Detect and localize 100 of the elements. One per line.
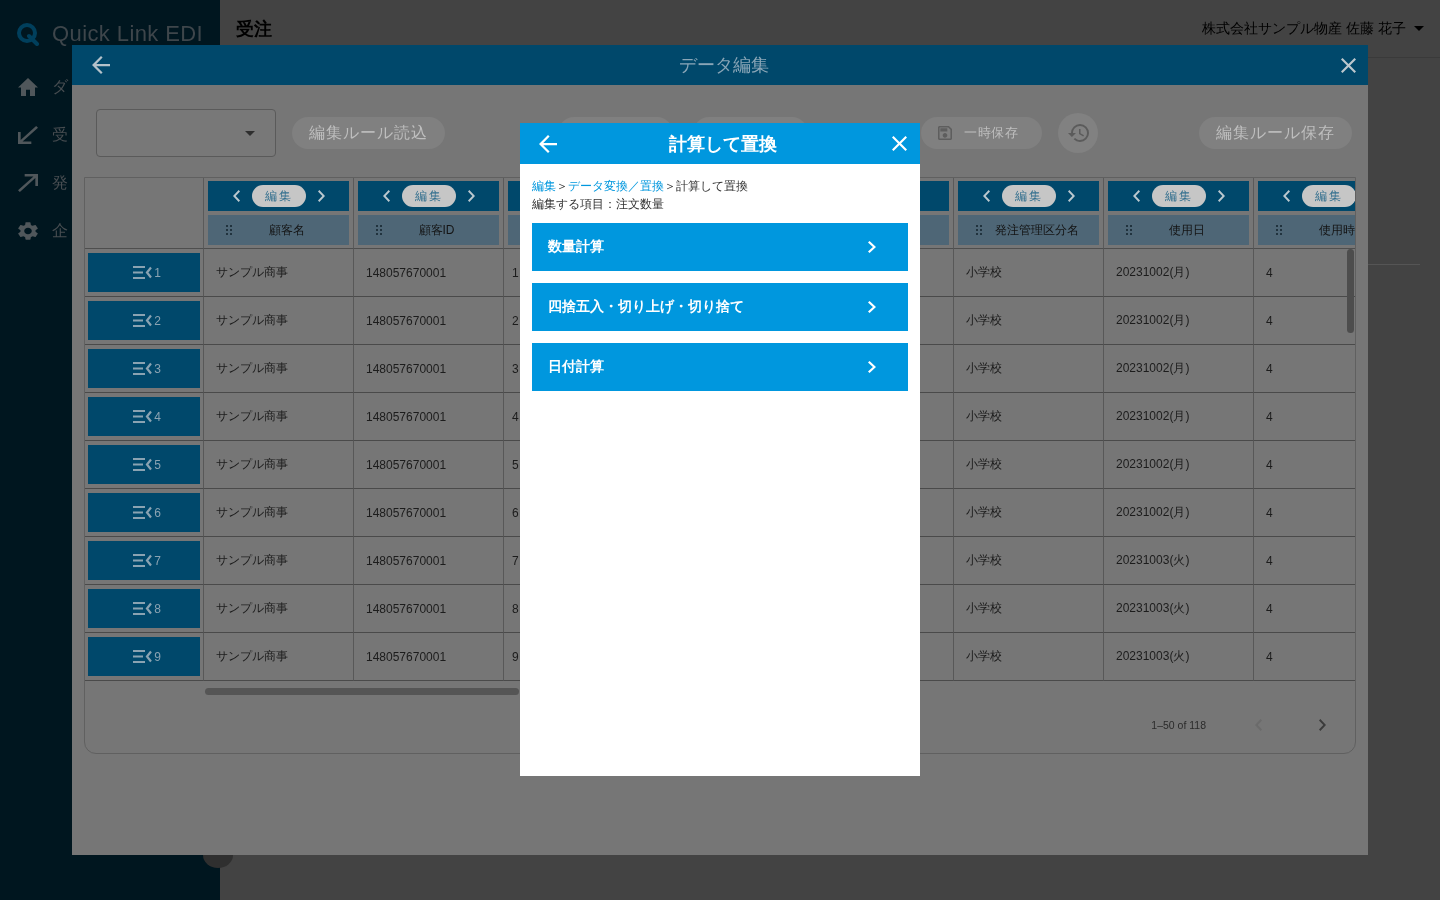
table-cell: 148057670001	[354, 633, 504, 681]
breadcrumb-link[interactable]: 編集	[532, 179, 556, 193]
table-cell: 小学校	[954, 489, 1104, 537]
chevron-right-icon	[868, 301, 876, 313]
previous-column-button[interactable]	[230, 190, 242, 202]
next-column-button[interactable]	[315, 190, 327, 202]
nav-item[interactable]: 企	[0, 207, 70, 255]
table-cell: 148057670001	[354, 537, 504, 585]
table-cell: 148057670001	[354, 393, 504, 441]
table-cell: サンプル商事	[204, 393, 354, 441]
nav-item[interactable]: ダ	[0, 63, 70, 111]
table-cell: 小学校	[954, 537, 1104, 585]
row-menu-button[interactable]: 8	[88, 589, 200, 628]
lines-chevron-icon	[133, 602, 153, 615]
breadcrumb-link[interactable]: データ変換／置換	[568, 179, 664, 193]
chevron-right-icon	[1067, 190, 1075, 202]
previous-column-button[interactable]	[380, 190, 392, 202]
edit-button[interactable]: 編集	[1151, 185, 1206, 207]
breadcrumb-current: 計算して置換	[676, 179, 748, 193]
edit-button[interactable]: 編集	[251, 185, 306, 207]
table-cell: 148057670001	[354, 297, 504, 345]
table-cell: 148057670001	[354, 489, 504, 537]
table-cell: 148057670001	[354, 441, 504, 489]
table-cell: サンプル商事	[204, 441, 354, 489]
lines-chevron-icon	[133, 314, 153, 327]
chevron-right-icon	[467, 190, 475, 202]
table-cell: 4	[1254, 585, 1355, 633]
table-cell: サンプル商事	[204, 537, 354, 585]
drag-handle-icon	[1276, 225, 1282, 235]
table-cell: サンプル商事	[204, 633, 354, 681]
close-button[interactable]	[1339, 55, 1358, 75]
next-column-button[interactable]	[1065, 190, 1077, 202]
row-menu-button[interactable]: 1	[88, 253, 200, 292]
caret-icon	[1414, 26, 1424, 31]
chevron-right-icon	[1217, 190, 1225, 202]
table-cell: サンプル商事	[204, 345, 354, 393]
chevron-right-icon	[317, 190, 325, 202]
caret-icon	[245, 130, 255, 136]
chevron-right-icon	[868, 361, 876, 373]
horizontal-scrollbar[interactable]	[205, 688, 519, 695]
table-cell: 小学校	[954, 297, 1104, 345]
back-button[interactable]	[537, 132, 559, 155]
chevron-right-icon	[868, 241, 876, 253]
arrow-up-right-icon	[18, 174, 38, 192]
previous-column-button[interactable]	[1280, 190, 1292, 202]
column-title: 使用日	[1167, 221, 1206, 239]
app-logo-text: Quick Link EDI	[52, 22, 204, 46]
previous-column-button[interactable]	[980, 190, 992, 202]
select-field[interactable]	[96, 109, 276, 157]
next-column-button[interactable]	[465, 190, 477, 202]
row-menu-button[interactable]: 4	[88, 397, 200, 436]
table-cell: 20231002(月)	[1104, 249, 1254, 297]
row-menu-button[interactable]: 9	[88, 637, 200, 676]
row-menu-button[interactable]: 2	[88, 301, 200, 340]
table-cell: 20231002(月)	[1104, 393, 1254, 441]
edit-button[interactable]: 編集	[1301, 185, 1355, 207]
dialog-title: 計算して置換	[669, 132, 777, 156]
menu-option-button[interactable]: 日付計算	[532, 343, 908, 391]
next-column-button[interactable]	[1215, 190, 1227, 202]
chevron-left-icon	[1282, 190, 1290, 202]
row-menu-button[interactable]: 3	[88, 349, 200, 388]
row-menu-button[interactable]: 7	[88, 541, 200, 580]
column-title: 顧客名	[267, 221, 306, 239]
user-menu[interactable]: 株式会社サンプル物産 佐藤 花子	[1202, 19, 1424, 38]
vertical-scrollbar[interactable]	[1347, 249, 1354, 333]
table-cell: 20231002(月)	[1104, 345, 1254, 393]
table-cell: 148057670001	[354, 585, 504, 633]
back-button[interactable]	[90, 54, 112, 76]
nav-item[interactable]: 発	[0, 159, 70, 207]
breadcrumb-separator: ＞	[664, 179, 676, 193]
chevron-right-icon	[1318, 719, 1326, 731]
back-arrow-icon	[92, 56, 110, 74]
lines-chevron-icon	[133, 410, 153, 423]
row-menu-button[interactable]: 6	[88, 493, 200, 532]
table-cell: サンプル商事	[204, 489, 354, 537]
edit-button[interactable]: 編集	[401, 185, 456, 207]
edit-button[interactable]: 編集	[1001, 185, 1056, 207]
column-title: 発注管理区分名	[993, 221, 1080, 239]
table-cell: 小学校	[954, 249, 1104, 297]
menu-option-button[interactable]: 四捨五入・切り上げ・切り捨て	[532, 283, 908, 331]
table-cell: 20231002(月)	[1104, 489, 1254, 537]
menu-option-button[interactable]: 数量計算	[532, 223, 908, 271]
arrow-down-left-icon	[18, 126, 38, 144]
drag-handle-icon	[1126, 225, 1132, 235]
lines-chevron-icon	[133, 650, 153, 663]
nav-item[interactable]: 受	[0, 111, 70, 159]
table-cell: サンプル商事	[204, 297, 354, 345]
row-menu-button[interactable]: 5	[88, 445, 200, 484]
close-button[interactable]	[890, 134, 909, 153]
lines-chevron-icon	[133, 362, 153, 375]
table-cell: 4	[1254, 345, 1355, 393]
chevron-left-icon	[232, 190, 240, 202]
previous-column-button[interactable]	[1130, 190, 1142, 202]
home-icon	[18, 78, 38, 96]
drag-handle-icon	[976, 225, 982, 235]
chevron-left-icon	[1132, 190, 1140, 202]
target-field-text: 編集する項目：注文数量	[532, 196, 665, 213]
column-title: 顧客ID	[417, 221, 456, 239]
table-cell: 4	[1254, 489, 1355, 537]
lines-chevron-icon	[133, 506, 153, 519]
